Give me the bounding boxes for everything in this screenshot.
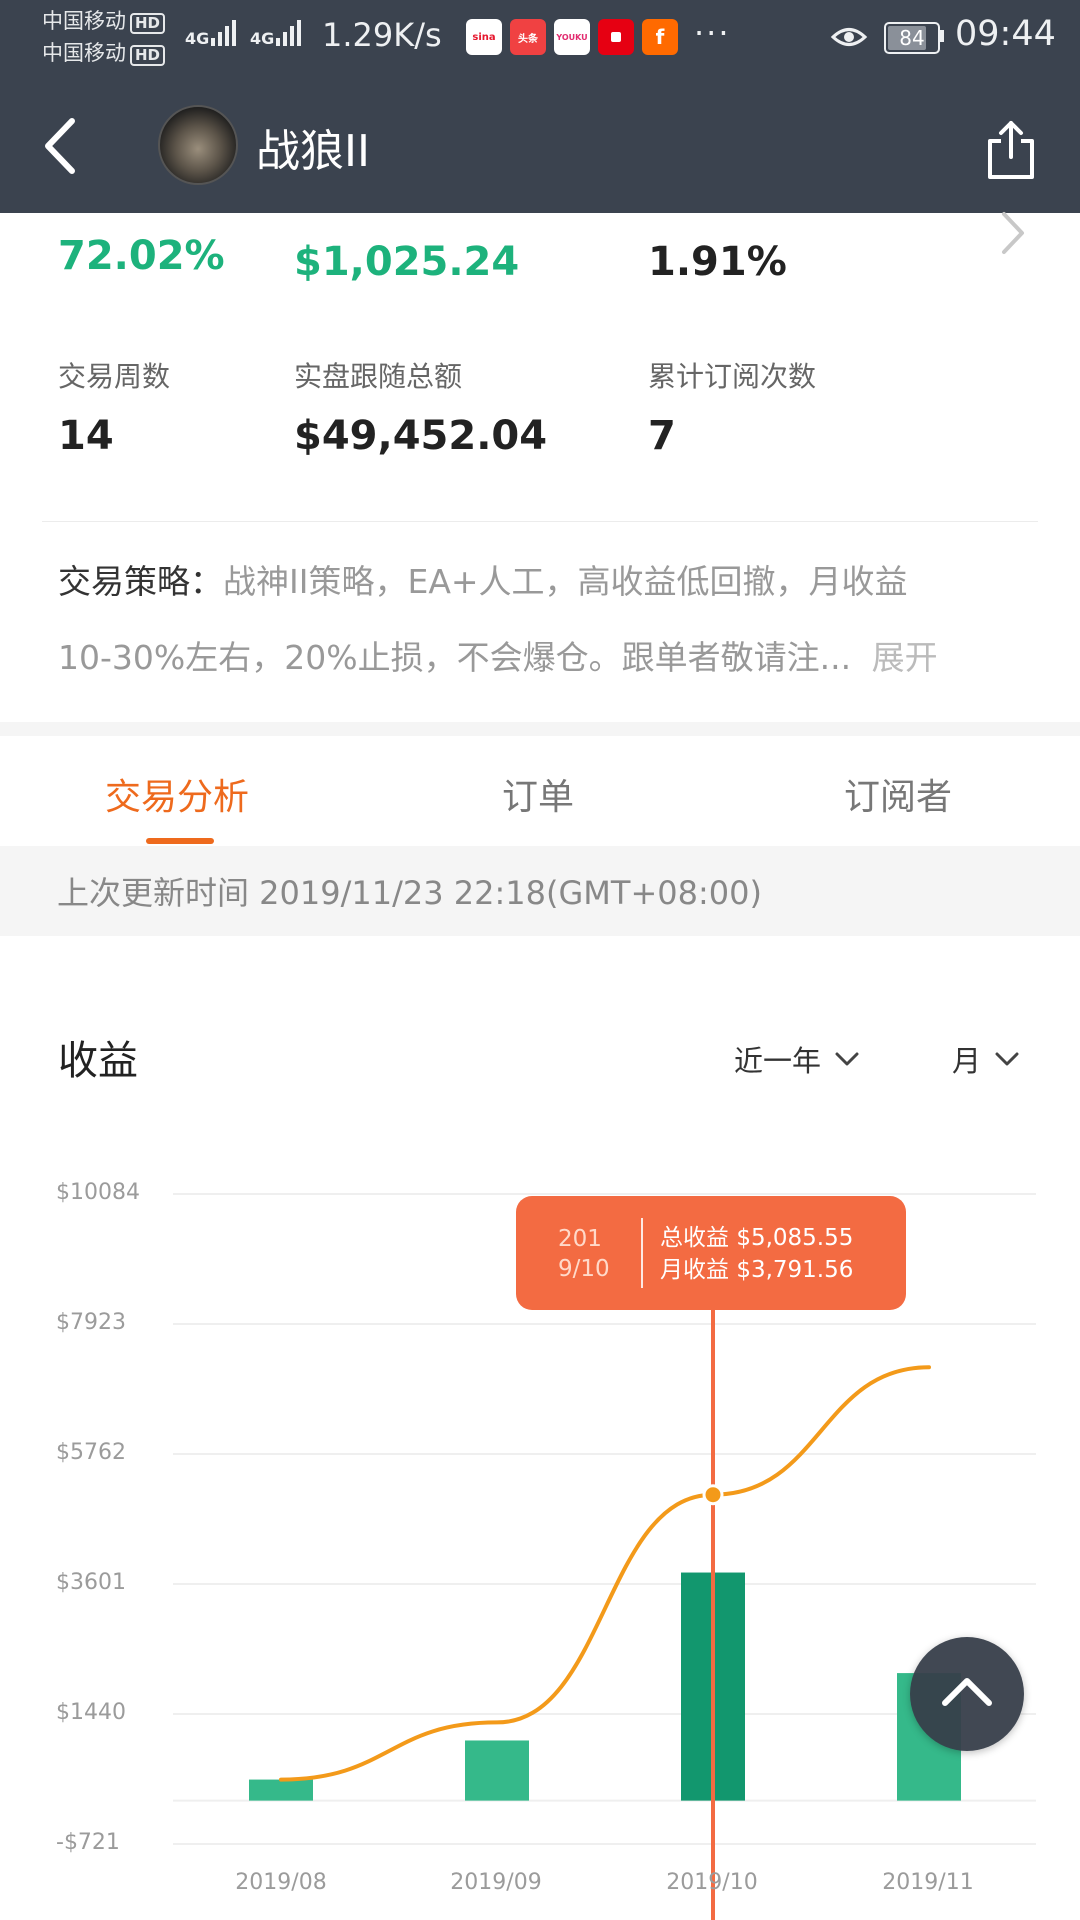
y-tick-label: $5762 [56,1440,126,1465]
x-tick-label: 2019/11 [882,1870,974,1895]
x-tick-label: 2019/08 [235,1870,327,1895]
expand-link[interactable]: 展开 [872,638,938,677]
y-tick-label: $10084 [56,1180,140,1205]
metric-weeks-value: 14 [58,413,114,459]
orange-app-icon: f [642,19,678,55]
tooltip-total-label: 总收益 [660,1225,729,1251]
active-tab-indicator [146,838,214,844]
range-select[interactable]: 近一年 [734,1038,859,1080]
battery-tip [940,30,944,42]
total-profit-line [279,1365,931,1782]
youku-icon: YOUKU [554,19,590,55]
section-gap [0,722,1080,736]
metric-weeks-label: 交易周数 [58,360,171,393]
y-tick-label: -$721 [56,1830,120,1855]
bar-2019-09 [465,1740,529,1801]
chevron-right-icon[interactable] [998,210,1028,256]
signal-1: 4G [185,16,239,48]
strategy-line-1: 战神II策略，EA+人工，高收益低回撤，月收益 [223,562,908,601]
carrier-1: 中国移动 HD [42,8,166,35]
metric-top-3-value: 1.91% [648,239,787,285]
signal-strength-2-icon [276,20,302,46]
carrier-2-label: 中国移动 [42,41,126,65]
notification-icons: sina 头条 YOUKU f [466,19,678,55]
x-tick-label: 2019/09 [450,1870,542,1895]
chart-tooltip: 2019/10 总收益 $5,085.55 月收益 $3,791.56 [516,1196,906,1310]
signal-2: 4G [250,16,304,48]
carrier-2: 中国移动 HD [42,40,166,67]
back-arrow-icon[interactable] [40,115,80,177]
update-time: 上次更新时间 2019/11/23 22:18(GMT+08:00) [57,874,762,912]
strategy-label: 交易策略： [58,562,223,601]
strategy-text: 交易策略：战神II策略，EA+人工，高收益低回撤，月收益 [58,560,1018,604]
carrier-1-label: 中国移动 [42,9,126,33]
metric-top-1-value: 72.02% [58,233,225,279]
bar-2019-08 [249,1779,313,1801]
red-app-icon [598,19,634,55]
tooltip-divider [641,1218,643,1288]
range-select-label: 近一年 [734,1044,822,1078]
metric-subscriptions-value: 7 [648,413,676,459]
strategy-line-2: 10-30%左右，20%止损，不会爆仓。跟单者敬请注... [58,638,852,677]
hd-badge-2: HD [130,45,166,66]
tooltip-month-value: $3,791.56 [736,1257,854,1283]
selected-point [702,1484,724,1506]
clock: 09:44 [955,14,1056,54]
tooltip-month-label: 月收益 [660,1257,729,1283]
page-title: 战狼II [256,126,370,177]
period-select-label: 月 [952,1044,982,1078]
battery-icon: 84 [884,22,940,54]
metric-top-2-value: $1,025.24 [294,239,520,285]
chart-title: 收益 [58,1038,138,1084]
y-tick-label: $7923 [56,1310,126,1335]
scroll-to-top-button[interactable] [910,1637,1024,1751]
toutiao-icon: 头条 [510,19,546,55]
metric-follow-amount-label: 实盘跟随总额 [294,360,463,393]
more-notifications: ··· [694,14,731,52]
chevron-up-icon [942,1678,992,1706]
chevron-down-icon [835,1052,859,1066]
strategy-text-2: 10-30%左右，20%止损，不会爆仓。跟单者敬请注... 展开 [58,636,938,680]
tab-trade-analysis[interactable]: 交易分析 [105,768,249,820]
chevron-down-icon [995,1052,1019,1066]
x-tick-label: 2019/10 [666,1870,758,1895]
tooltip-total: 总收益 $5,085.55 [660,1222,853,1254]
divider [42,521,1038,522]
metric-follow-amount-value: $49,452.04 [294,413,548,459]
sina-icon: sina [466,19,502,55]
signal-strength-icon [211,20,237,46]
period-select[interactable]: 月 [952,1038,1019,1080]
avatar[interactable] [158,105,238,185]
top-nav-bar: 战狼II [0,75,1080,213]
tab-orders[interactable]: 订单 [502,768,574,820]
status-bar: 中国移动 HD 中国移动 HD 4G 4G 1.29K/s sina 头条 YOUK… [0,0,1080,75]
network-2-label: 4G [250,29,275,48]
tooltip-month: 月收益 $3,791.56 [660,1254,853,1286]
network-1-label: 4G [185,29,210,48]
metric-subscriptions-label: 累计订阅次数 [648,360,817,393]
tooltip-total-value: $5,085.55 [736,1225,854,1251]
network-speed: 1.29K/s [322,16,442,54]
hd-badge: HD [130,13,166,34]
share-icon[interactable] [984,119,1038,181]
y-tick-label: $3601 [56,1570,126,1595]
tooltip-period: 2019/10 [558,1226,610,1282]
tab-subscribers[interactable]: 订阅者 [844,768,952,820]
update-bar: 上次更新时间 2019/11/23 22:18(GMT+08:00) [0,846,1080,936]
y-tick-label: $1440 [56,1700,126,1725]
eye-icon [830,28,868,46]
battery-level: 84 [899,26,925,50]
